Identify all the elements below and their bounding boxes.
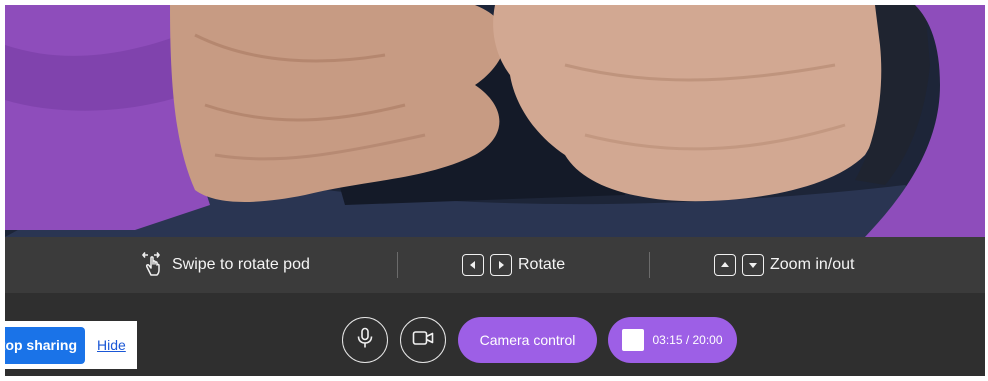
call-control-bar: Camera control 03:15 / 20:00 <box>5 293 985 376</box>
recording-button[interactable]: 03:15 / 20:00 <box>608 317 737 363</box>
camera-control-label: Camera control <box>479 332 576 348</box>
video-feed <box>5 5 985 237</box>
hint-swipe: Swipe to rotate pod <box>140 237 310 293</box>
video-feed-image <box>5 5 985 237</box>
recording-timer: 03:15 / 20:00 <box>652 333 723 347</box>
hint-rotate: Rotate <box>462 237 565 293</box>
gesture-hint-bar: Swipe to rotate pod Rotate Zoom in/out <box>5 237 985 293</box>
stop-recording-icon <box>622 329 645 351</box>
hint-zoom: Zoom in/out <box>714 237 854 293</box>
swipe-gesture-icon <box>140 249 166 282</box>
arrow-left-key-icon <box>462 254 484 276</box>
hint-zoom-label: Zoom in/out <box>770 256 855 273</box>
camera-control-button[interactable]: Camera control <box>458 317 597 363</box>
hint-rotate-label: Rotate <box>518 256 566 273</box>
hint-divider <box>649 252 650 278</box>
video-call-frame: Swipe to rotate pod Rotate Zoom in/out C… <box>5 5 985 376</box>
microphone-icon <box>355 327 375 354</box>
hide-link[interactable]: Hide <box>97 337 126 353</box>
stop-sharing-button[interactable]: Stop sharing <box>5 326 85 364</box>
arrow-down-key-icon <box>742 254 764 276</box>
screen-share-notice: Stop sharing Hide <box>5 321 137 369</box>
arrow-up-key-icon <box>714 254 736 276</box>
hint-swipe-label: Swipe to rotate pod <box>172 256 310 273</box>
hint-divider <box>397 252 398 278</box>
camera-button[interactable] <box>400 317 446 363</box>
microphone-button[interactable] <box>342 317 388 363</box>
arrow-right-key-icon <box>490 254 512 276</box>
video-camera-icon <box>412 330 434 351</box>
